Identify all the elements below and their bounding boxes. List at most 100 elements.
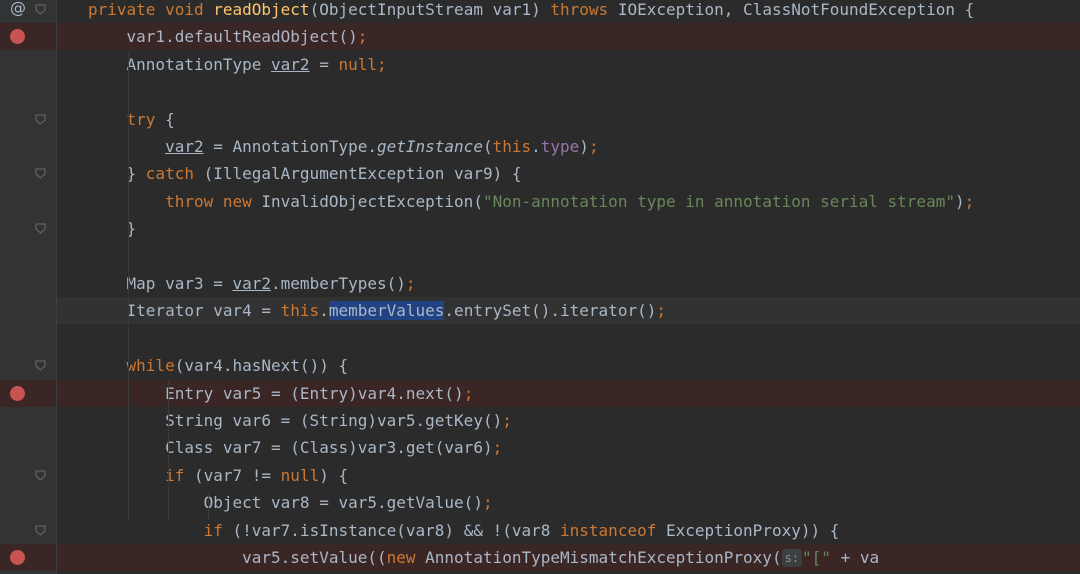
code-token: var2 bbox=[271, 54, 310, 74]
gutter-line[interactable]: @ bbox=[0, 0, 56, 23]
code-token: "[" bbox=[802, 548, 831, 567]
code-line[interactable]: Object var8 = var5.getValue(); bbox=[57, 489, 1080, 516]
code-line[interactable]: var1.defaultReadObject(); bbox=[57, 23, 1080, 51]
gutter-line[interactable] bbox=[0, 407, 56, 434]
code-token: (ObjectInputStream var1) bbox=[309, 0, 551, 19]
gutter-line[interactable] bbox=[0, 434, 56, 461]
code-line[interactable]: Iterator var4 = this.memberValues.entryS… bbox=[57, 297, 1080, 325]
gutter-line[interactable] bbox=[0, 133, 56, 160]
gutter-line[interactable] bbox=[0, 297, 56, 324]
code-line[interactable]: Class var7 = (Class)var3.get(var6); bbox=[57, 434, 1080, 461]
code-token: getInstance bbox=[376, 137, 483, 156]
code-token: ; bbox=[492, 438, 503, 458]
code-line[interactable]: while(var4.hasNext()) { bbox=[57, 352, 1080, 379]
code-line[interactable]: String var6 = (String)var5.getKey(); bbox=[57, 407, 1080, 434]
code-token: var1.defaultReadObject() bbox=[88, 27, 358, 47]
gutter-line[interactable] bbox=[0, 489, 56, 516]
indent-guide bbox=[168, 380, 169, 520]
code-token: ( bbox=[482, 137, 493, 156]
code-token: Map var3 = bbox=[88, 274, 233, 293]
gutter-line[interactable] bbox=[0, 188, 56, 215]
code-token: { bbox=[165, 109, 175, 129]
code-token: ; bbox=[502, 411, 512, 430]
code-token: type bbox=[540, 137, 580, 156]
code-token: ; bbox=[405, 274, 416, 293]
fold-icon[interactable] bbox=[35, 114, 46, 125]
code-token: = bbox=[309, 54, 339, 74]
code-line[interactable]: Map var3 = var2.memberTypes(); bbox=[57, 270, 1080, 297]
gutter-line[interactable] bbox=[0, 544, 56, 571]
gutter-line[interactable] bbox=[0, 23, 56, 51]
gutter-line[interactable] bbox=[0, 215, 56, 242]
code-token: } bbox=[88, 164, 146, 184]
code-area[interactable]: private void readObject(ObjectInputStrea… bbox=[57, 0, 1080, 574]
code-token: new bbox=[386, 548, 426, 567]
editor-gutter[interactable]: @ bbox=[0, 0, 56, 574]
gutter-line[interactable] bbox=[0, 78, 56, 105]
fold-icon[interactable] bbox=[35, 470, 46, 481]
breakpoint-icon[interactable] bbox=[10, 29, 25, 45]
code-line[interactable]: if (var7 != null) { bbox=[57, 462, 1080, 489]
gutter-line[interactable] bbox=[0, 379, 56, 407]
code-token: instanceof bbox=[560, 520, 666, 540]
code-line[interactable]: var5.setValue((new AnnotationTypeMismatc… bbox=[57, 544, 1080, 571]
code-line[interactable]: AnnotationType var2 = null; bbox=[57, 51, 1080, 78]
code-token: throws bbox=[550, 0, 618, 19]
fold-icon[interactable] bbox=[35, 360, 46, 371]
code-line[interactable]: } bbox=[57, 215, 1080, 242]
code-line[interactable]: var2 = AnnotationType.getInstance(this.t… bbox=[57, 133, 1080, 160]
code-token: throw new bbox=[88, 191, 262, 211]
code-token: ) bbox=[954, 191, 965, 211]
breakpoint-icon[interactable] bbox=[10, 550, 25, 565]
code-token: ; bbox=[357, 27, 368, 47]
gutter-line[interactable] bbox=[0, 517, 56, 544]
code-token: ; bbox=[482, 493, 493, 513]
code-token: memberValues bbox=[328, 301, 445, 321]
gutter-line[interactable] bbox=[0, 325, 56, 352]
override-marker-icon[interactable]: @ bbox=[10, 0, 26, 20]
gutter-line[interactable] bbox=[0, 462, 56, 489]
code-token: var2 bbox=[165, 137, 204, 156]
code-token: AnnotationType bbox=[88, 54, 272, 74]
code-token: .memberTypes() bbox=[271, 274, 406, 293]
code-line[interactable] bbox=[57, 243, 1080, 270]
gutter-line[interactable] bbox=[0, 106, 56, 133]
code-editor[interactable]: @ private void readObject(ObjectInputStr… bbox=[0, 0, 1080, 574]
code-token: InvalidObjectException( bbox=[261, 191, 483, 211]
gutter-line[interactable] bbox=[0, 160, 56, 187]
breakpoint-icon[interactable] bbox=[10, 385, 25, 401]
code-line[interactable]: if (!var7.isInstance(var8) && !(var8 ins… bbox=[57, 517, 1080, 544]
code-token: . bbox=[531, 137, 541, 156]
code-line[interactable]: Entry var5 = (Entry)var4.next(); bbox=[57, 379, 1080, 407]
fold-icon[interactable] bbox=[35, 168, 46, 180]
code-token: catch bbox=[145, 164, 204, 184]
code-line[interactable]: throw new InvalidObjectException("Non-an… bbox=[57, 188, 1080, 215]
code-line[interactable]: } catch (IllegalArgumentException var9) … bbox=[57, 160, 1080, 187]
code-line[interactable]: private void readObject(ObjectInputStrea… bbox=[57, 0, 1080, 23]
gutter-line[interactable] bbox=[0, 352, 56, 379]
code-token: . bbox=[319, 301, 329, 321]
code-token: var2 bbox=[232, 274, 272, 293]
gutter-line[interactable] bbox=[0, 243, 56, 270]
code-token: (IllegalArgumentException var9) { bbox=[203, 164, 522, 184]
code-token: IOException, ClassNotFoundException { bbox=[617, 0, 975, 19]
code-token: ExceptionProxy)) { bbox=[665, 520, 840, 540]
fold-icon[interactable] bbox=[35, 4, 46, 15]
code-token: try bbox=[88, 109, 166, 129]
gutter-line[interactable] bbox=[0, 270, 56, 297]
code-line[interactable] bbox=[57, 325, 1080, 352]
code-token: var5.setValue(( bbox=[88, 548, 387, 567]
code-token: = AnnotationType. bbox=[203, 137, 377, 156]
code-token: ; bbox=[463, 383, 474, 403]
code-token: this bbox=[492, 137, 532, 156]
code-token: private void bbox=[88, 0, 214, 19]
code-line[interactable]: try { bbox=[57, 106, 1080, 133]
fold-icon[interactable] bbox=[35, 223, 46, 234]
fold-icon[interactable] bbox=[35, 525, 46, 536]
gutter-line[interactable] bbox=[0, 51, 56, 78]
indent-guide bbox=[128, 52, 129, 520]
code-token: Object var8 = var5.getValue() bbox=[88, 493, 483, 513]
code-line[interactable] bbox=[57, 78, 1080, 105]
code-token: Class var7 = (Class)var3.get(var6) bbox=[88, 438, 493, 458]
